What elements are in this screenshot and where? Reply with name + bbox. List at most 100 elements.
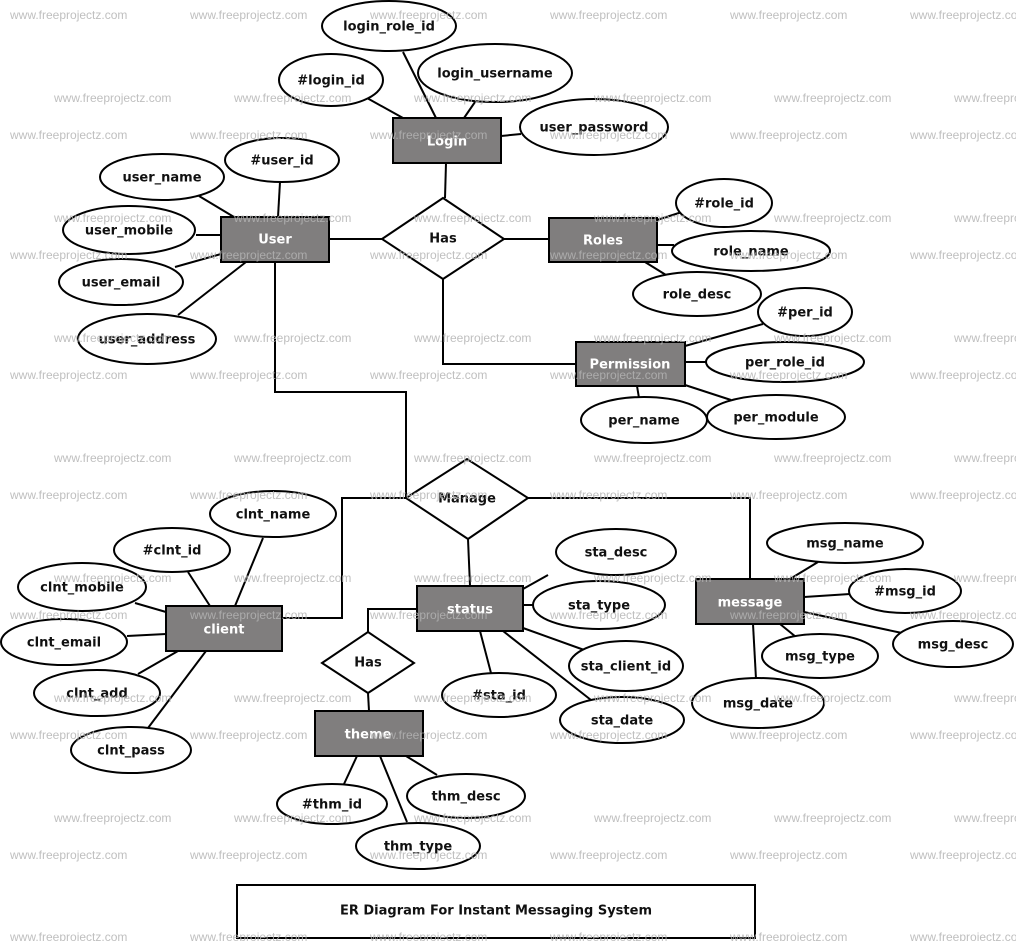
attribute-per_module[interactable]: per_module — [706, 394, 846, 440]
watermark-text: www.freeprojectz.com — [369, 848, 487, 862]
watermark-text: www.freeprojectz.com — [369, 368, 487, 382]
attribute-label: clnt_pass — [97, 744, 165, 759]
connector-theme-thm_id — [343, 755, 358, 785]
watermark-text: www.freeprojectz.com — [9, 608, 127, 622]
diagram-title: ER Diagram For Instant Messaging System — [340, 904, 652, 919]
watermark-text: www.freeprojectz.com — [729, 848, 847, 862]
attribute-sta_client_id[interactable]: sta_client_id — [568, 640, 684, 692]
attribute-thm_type[interactable]: thm_type — [355, 822, 481, 870]
watermark-text: www.freeprojectz.com — [593, 91, 711, 105]
watermark-text: www.freeprojectz.com — [189, 848, 307, 862]
attribute-clnt_email[interactable]: clnt_email — [0, 618, 128, 666]
watermark-text: www.freeprojectz.com — [189, 930, 307, 941]
watermark-text: www.freeprojectz.com — [233, 331, 351, 345]
watermark-text: www.freeprojectz.com — [189, 368, 307, 382]
attribute-user_email[interactable]: user_email — [58, 258, 184, 306]
watermark-text: www.freeprojectz.com — [189, 728, 307, 742]
attribute-sta_desc[interactable]: sta_desc — [555, 528, 677, 576]
watermark-text: www.freeprojectz.com — [369, 488, 487, 502]
watermark-text: www.freeprojectz.com — [549, 930, 667, 941]
entity-label: Roles — [583, 234, 623, 249]
watermark-text: www.freeprojectz.com — [369, 728, 487, 742]
attribute-user_id[interactable]: #user_id — [224, 137, 340, 183]
attribute-per_name[interactable]: per_name — [580, 396, 708, 444]
watermark-text: www.freeprojectz.com — [909, 728, 1016, 742]
watermark-text: www.freeprojectz.com — [369, 930, 487, 941]
watermark-text: www.freeprojectz.com — [593, 571, 711, 585]
watermark-text: www.freeprojectz.com — [53, 91, 171, 105]
relationship-label: Has — [354, 656, 382, 671]
attribute-label: per_name — [608, 414, 680, 429]
attribute-role_desc[interactable]: role_desc — [632, 271, 762, 317]
attribute-msg_name[interactable]: msg_name — [766, 522, 924, 564]
watermark-text: www.freeprojectz.com — [53, 811, 171, 825]
watermark-text: www.freeprojectz.com — [909, 128, 1016, 142]
attribute-label: login_username — [437, 67, 553, 82]
watermark-text: www.freeprojectz.com — [909, 488, 1016, 502]
watermark-text: www.freeprojectz.com — [189, 248, 307, 262]
attribute-label: #msg_id — [874, 585, 936, 600]
entity-label: User — [258, 233, 292, 248]
entity-label: client — [204, 623, 245, 638]
attribute-msg_type[interactable]: msg_type — [761, 633, 879, 679]
watermark-text: www.freeprojectz.com — [729, 248, 847, 262]
attribute-label: #clnt_id — [143, 544, 202, 559]
watermark-text: www.freeprojectz.com — [549, 368, 667, 382]
watermark-text: www.freeprojectz.com — [953, 331, 1016, 345]
watermark-text: www.freeprojectz.com — [369, 8, 487, 22]
diagram-title-box: ER Diagram For Instant Messaging System — [236, 884, 756, 939]
connector-message-msg_type — [779, 623, 797, 638]
watermark-text: www.freeprojectz.com — [729, 608, 847, 622]
attribute-label: per_module — [733, 411, 819, 426]
connector-login-user_password — [500, 133, 522, 137]
watermark-text: www.freeprojectz.com — [549, 488, 667, 502]
attribute-label: sta_date — [591, 714, 654, 729]
watermark-text: www.freeprojectz.com — [369, 248, 487, 262]
attribute-clnt_id[interactable]: #clnt_id — [113, 527, 231, 573]
watermark-text: www.freeprojectz.com — [9, 488, 127, 502]
watermark-text: www.freeprojectz.com — [593, 331, 711, 345]
attribute-label: #user_id — [250, 154, 313, 169]
attribute-label: user_name — [122, 171, 201, 186]
watermark-text: www.freeprojectz.com — [773, 571, 891, 585]
relationship-has-theme[interactable]: Has — [320, 630, 416, 695]
attribute-label: #role_id — [694, 197, 754, 212]
watermark-text: www.freeprojectz.com — [773, 91, 891, 105]
attribute-per_id[interactable]: #per_id — [757, 287, 853, 337]
watermark-text: www.freeprojectz.com — [413, 451, 531, 465]
attribute-label: msg_desc — [918, 638, 989, 653]
attribute-label: clnt_name — [236, 508, 311, 523]
connector-user-user_address — [177, 261, 247, 316]
watermark-text: www.freeprojectz.com — [369, 608, 487, 622]
watermark-text: www.freeprojectz.com — [549, 8, 667, 22]
connector-client-clnt_id — [187, 571, 211, 607]
attribute-user_name[interactable]: user_name — [99, 153, 225, 201]
watermark-text: www.freeprojectz.com — [729, 930, 847, 941]
connector-client-clnt_mobile — [134, 602, 167, 613]
attribute-label: msg_name — [806, 537, 884, 552]
connector-theme-thm_type — [379, 755, 408, 823]
connector-theme-thm_desc — [405, 755, 438, 776]
attribute-msg_desc[interactable]: msg_desc — [892, 620, 1014, 668]
watermark-text: www.freeprojectz.com — [773, 811, 891, 825]
attribute-label: msg_type — [785, 650, 855, 665]
watermark-text: www.freeprojectz.com — [953, 451, 1016, 465]
watermark-text: www.freeprojectz.com — [369, 128, 487, 142]
watermark-text: www.freeprojectz.com — [909, 8, 1016, 22]
watermark-text: www.freeprojectz.com — [549, 608, 667, 622]
watermark-text: www.freeprojectz.com — [189, 608, 307, 622]
watermark-text: www.freeprojectz.com — [549, 848, 667, 862]
watermark-text: www.freeprojectz.com — [909, 248, 1016, 262]
watermark-text: www.freeprojectz.com — [593, 691, 711, 705]
watermark-text: www.freeprojectz.com — [9, 728, 127, 742]
connector-client-clnt_add — [137, 650, 179, 675]
attribute-user_password[interactable]: user_password — [519, 98, 669, 156]
connector-roles-role_desc — [644, 261, 667, 276]
connector-status-sta_client_id — [522, 627, 588, 652]
attribute-label: #per_id — [777, 306, 833, 321]
watermark-text: www.freeprojectz.com — [729, 128, 847, 142]
connector-has-theme — [367, 692, 370, 712]
watermark-text: www.freeprojectz.com — [9, 8, 127, 22]
watermark-text: www.freeprojectz.com — [729, 8, 847, 22]
watermark-text: www.freeprojectz.com — [549, 128, 667, 142]
